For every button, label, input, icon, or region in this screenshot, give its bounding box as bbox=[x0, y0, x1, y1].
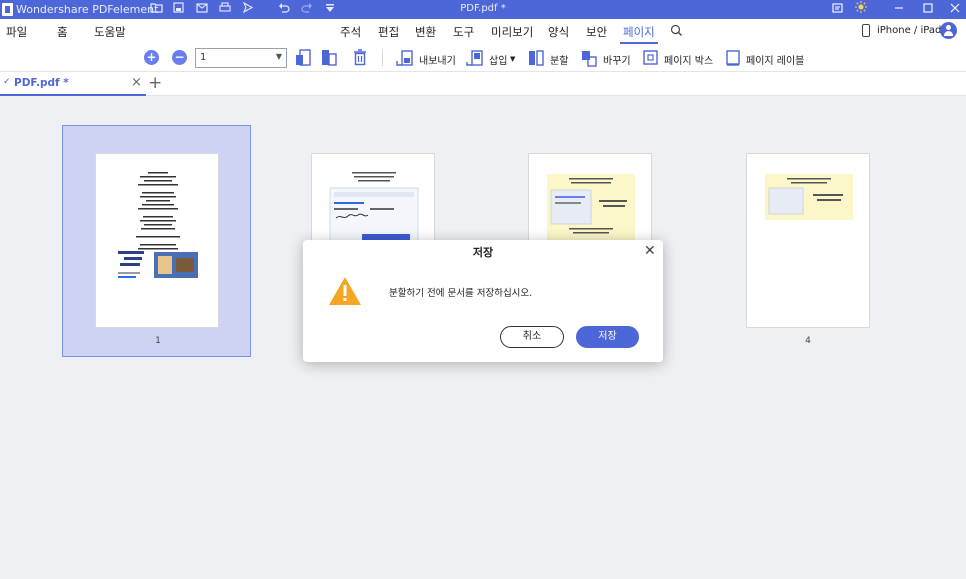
menu-preview[interactable]: 미리보기 bbox=[491, 24, 533, 40]
tab-close-icon[interactable]: × bbox=[131, 75, 142, 90]
toolbar-divider bbox=[382, 50, 383, 66]
minimize-icon[interactable] bbox=[884, 0, 914, 19]
page-label-label[interactable]: 페이지 레이블 bbox=[746, 52, 804, 67]
menu-form[interactable]: 양식 bbox=[548, 24, 569, 40]
page-toolbar: + − 1 ▼ 내보내기 삽입 ▼ 분할 바꾸기 페이지 박스 페이지 레이블 bbox=[0, 44, 966, 72]
save-button[interactable]: 저장 bbox=[576, 326, 639, 348]
close-window-icon[interactable] bbox=[940, 0, 966, 19]
maximize-icon[interactable] bbox=[913, 0, 943, 19]
extract-pages-icon[interactable] bbox=[295, 49, 311, 67]
undo-icon[interactable] bbox=[276, 2, 291, 17]
extract-label[interactable]: 내보내기 bbox=[419, 52, 456, 67]
page-thumbnail-1[interactable]: 1 bbox=[62, 125, 251, 357]
save-icon[interactable] bbox=[171, 2, 186, 17]
insert-label[interactable]: 삽입 bbox=[489, 52, 507, 67]
quick-access-dropdown-icon[interactable] bbox=[322, 2, 337, 17]
split-icon[interactable] bbox=[528, 49, 544, 67]
delete-page-icon[interactable] bbox=[352, 49, 368, 67]
menu-page[interactable]: 페이지 bbox=[620, 24, 658, 44]
dialog-title: 저장 bbox=[472, 246, 494, 259]
folder-icon[interactable] bbox=[149, 2, 164, 17]
tab-pdf[interactable]: ✓ PDF.pdf * × bbox=[0, 72, 146, 96]
menu-convert[interactable]: 변환 bbox=[415, 24, 436, 40]
redo-icon[interactable] bbox=[299, 2, 314, 17]
menu-annotate[interactable]: 주석 bbox=[340, 24, 361, 40]
page-thumbnail-4[interactable] bbox=[746, 153, 870, 328]
menu-edit[interactable]: 편집 bbox=[378, 24, 399, 40]
menu-home[interactable]: 홈 bbox=[57, 24, 68, 40]
page-box-icon[interactable] bbox=[643, 49, 659, 67]
replace-label[interactable]: 바꾸기 bbox=[603, 52, 631, 67]
phone-icon bbox=[862, 24, 870, 37]
app-logo-icon bbox=[2, 3, 13, 16]
print-icon[interactable] bbox=[217, 2, 232, 17]
page-image-1 bbox=[95, 153, 219, 328]
search-icon[interactable] bbox=[670, 24, 683, 37]
page-number-1: 1 bbox=[155, 336, 161, 346]
dialog-message: 분할하기 전에 문서를 저장하십시오. bbox=[389, 288, 533, 299]
cancel-button[interactable]: 취소 bbox=[500, 326, 564, 348]
title-bar: Wondershare PDFelement PDF.pdf * bbox=[0, 0, 966, 19]
document-tab-bar: ✓ PDF.pdf * × + bbox=[0, 72, 966, 96]
menu-tools[interactable]: 도구 bbox=[453, 24, 474, 40]
account-avatar[interactable] bbox=[940, 22, 957, 39]
tab-arrow-icon: ✓ bbox=[3, 77, 11, 87]
app-name: Wondershare PDFelement bbox=[16, 3, 159, 16]
organize-pages-icon[interactable] bbox=[321, 49, 337, 67]
menu-security[interactable]: 보안 bbox=[586, 24, 607, 40]
device-link[interactable]: iPhone / iPad bbox=[877, 25, 941, 36]
tab-name: PDF.pdf * bbox=[14, 77, 69, 89]
chevron-down-icon: ▼ bbox=[275, 52, 282, 61]
replace-icon[interactable] bbox=[581, 49, 597, 67]
zoom-out-icon[interactable]: − bbox=[172, 50, 187, 65]
insert-icon[interactable] bbox=[466, 49, 483, 67]
page-number-4: 4 bbox=[805, 336, 811, 346]
page-number-value: 1 bbox=[200, 52, 207, 63]
menu-bar: 파일 홈 도움말 주석 편집 변환 도구 미리보기 양식 보안 페이지 iPho… bbox=[0, 19, 966, 44]
split-label[interactable]: 분할 bbox=[550, 52, 568, 67]
theme-sun-icon[interactable] bbox=[846, 0, 876, 19]
save-dialog: 저장 ✕ 분할하기 전에 문서를 저장하십시오. 취소 저장 bbox=[303, 240, 663, 362]
insert-dropdown-icon[interactable]: ▼ bbox=[510, 55, 515, 63]
add-tab-icon[interactable]: + bbox=[148, 73, 162, 93]
mail-icon[interactable] bbox=[194, 2, 209, 17]
zoom-in-icon[interactable]: + bbox=[144, 50, 159, 65]
page-label-icon[interactable] bbox=[725, 49, 741, 67]
page-box-label[interactable]: 페이지 박스 bbox=[664, 52, 713, 67]
extract-icon[interactable] bbox=[396, 49, 413, 67]
menu-help[interactable]: 도움말 bbox=[94, 24, 126, 40]
share-icon[interactable] bbox=[240, 1, 255, 17]
warning-icon bbox=[328, 276, 362, 309]
menu-file[interactable]: 파일 bbox=[6, 24, 27, 40]
page-number-select[interactable]: 1 ▼ bbox=[195, 48, 287, 68]
dialog-close-icon[interactable]: ✕ bbox=[644, 243, 656, 259]
